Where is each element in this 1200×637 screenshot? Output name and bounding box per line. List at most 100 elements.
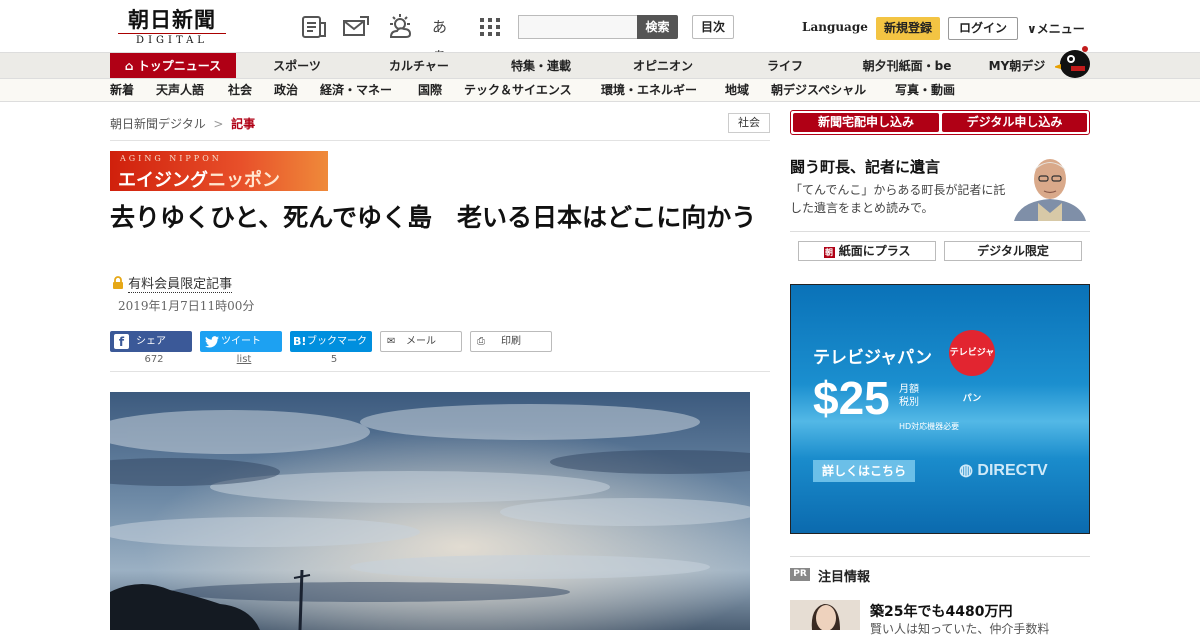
nav-sports[interactable]: スポーツ bbox=[252, 53, 342, 79]
nav-economy[interactable]: 経済・マネー bbox=[320, 79, 392, 102]
nav-culture[interactable]: カルチャー bbox=[374, 53, 464, 79]
mascot-icon[interactable] bbox=[1055, 44, 1093, 79]
pr-subtext[interactable]: 賢い人は知っていた、仲介手数料 bbox=[870, 620, 1049, 637]
nav-environment[interactable]: 環境・エネルギー bbox=[601, 79, 697, 102]
ad-partner-logo: ◍ DIRECTV bbox=[959, 460, 1048, 480]
ad-partner: DIRECTV bbox=[977, 462, 1048, 479]
breadcrumb-home[interactable]: 朝日新聞デジタル bbox=[110, 117, 206, 131]
mail-share-button[interactable]: ✉ メール bbox=[380, 331, 462, 352]
breadcrumb: 朝日新聞デジタル > 記事 bbox=[110, 115, 255, 132]
promo-title[interactable]: 闘う町長、記者に遺言 bbox=[790, 156, 940, 177]
print-icon: ⎙ bbox=[477, 336, 485, 347]
search-input[interactable] bbox=[518, 15, 638, 39]
search-button[interactable]: 検索 bbox=[637, 15, 678, 39]
subscribe-digital-button[interactable]: デジタル申し込み bbox=[942, 113, 1087, 132]
nav-my-asahi[interactable]: MY朝デジ bbox=[982, 53, 1052, 79]
nav-life[interactable]: ライフ bbox=[740, 53, 830, 79]
logo-title: 朝日新聞 bbox=[128, 7, 216, 32]
language-link[interactable]: Language bbox=[802, 20, 868, 34]
nav-politics[interactable]: 政治 bbox=[274, 79, 298, 102]
breadcrumb-current: 記事 bbox=[231, 117, 256, 131]
register-button[interactable]: 新規登録 bbox=[876, 17, 940, 40]
menu-label: メニュー bbox=[1036, 22, 1085, 36]
publish-date: 2019年1月7日11時00分 bbox=[118, 299, 255, 313]
print-button[interactable]: ⎙ 印刷 bbox=[470, 331, 552, 352]
pr-section-title: 注目情報 bbox=[818, 570, 871, 585]
asahi-icon: 朝 bbox=[823, 247, 835, 258]
secondary-nav: 新着 天声人語 社会 政治 経済・マネー 国際 テック＆サイエンス 環境・エネル… bbox=[0, 78, 1200, 102]
series-subtitle: AGING NIPPON bbox=[120, 154, 222, 163]
pr-thumbnail[interactable] bbox=[790, 600, 860, 630]
divider bbox=[790, 556, 1090, 557]
divider bbox=[110, 140, 770, 141]
ad-brand: テレビジャパン bbox=[813, 348, 932, 368]
mail-icon[interactable] bbox=[342, 13, 370, 41]
text-size-icon[interactable]: あぁ bbox=[432, 13, 460, 64]
nav-opinion[interactable]: オピニオン bbox=[618, 53, 708, 79]
nav-features[interactable]: 特集・連載 bbox=[496, 53, 586, 79]
article-photo[interactable] bbox=[110, 392, 750, 630]
site-logo[interactable]: 朝日新聞 DIGITAL bbox=[112, 8, 232, 48]
nav-papers[interactable]: 朝夕刊紙面・be bbox=[852, 53, 962, 79]
subscribe-paper-button[interactable]: 新聞宅配申し込み bbox=[793, 113, 939, 132]
promo-portrait[interactable] bbox=[1010, 151, 1090, 221]
hatena-bookmark-button[interactable]: B! ブックマーク bbox=[290, 331, 372, 352]
divider bbox=[110, 371, 770, 372]
article-title: 去りゆくひと、死んでゆく島 老いる日本はどこに向かう bbox=[110, 203, 757, 232]
advertisement-banner[interactable]: テレビジャパン テレビジャパン $25 月額 税別 HD対応機器必要 詳しくはこ… bbox=[790, 284, 1090, 534]
pr-headline[interactable]: 築25年でも4480万円 bbox=[870, 601, 1012, 621]
ad-hd-note: HD対応機器必要 bbox=[899, 422, 960, 431]
facebook-share-button[interactable]: f シェア bbox=[110, 331, 192, 352]
series-title-b: ニッポン bbox=[208, 170, 280, 191]
digital-only-button[interactable]: デジタル限定 bbox=[944, 241, 1082, 261]
hatena-bookmark-count: 5 bbox=[330, 354, 338, 365]
toc-button[interactable]: 目次 bbox=[692, 15, 734, 39]
nav-special[interactable]: 朝デジスペシャル bbox=[771, 79, 866, 102]
category-tag[interactable]: 社会 bbox=[728, 113, 770, 133]
nav-photo-video[interactable]: 写真・動画 bbox=[895, 79, 955, 102]
facebook-share-count: 672 bbox=[144, 354, 164, 365]
subscribe-buttons: 新聞宅配申し込み デジタル申し込み bbox=[790, 110, 1090, 135]
nav-top-news[interactable]: ⌂ トップニュース bbox=[110, 53, 236, 79]
facebook-share-label: シェア bbox=[136, 336, 166, 347]
site-header: 朝日新聞 DIGITAL あぁ 検索 目次 Language 新規登録 ログイン… bbox=[0, 0, 1200, 64]
home-icon: ⌂ bbox=[124, 59, 134, 73]
series-title: エイジングニッポン bbox=[118, 166, 280, 192]
menu-button[interactable]: ∨メニュー bbox=[1027, 20, 1085, 37]
logo-subtitle: DIGITAL bbox=[118, 33, 226, 47]
ad-tax: 税別 bbox=[899, 397, 919, 408]
members-only-label[interactable]: 有料会員限定記事 bbox=[112, 273, 233, 293]
print-label: 印刷 bbox=[501, 336, 521, 347]
facebook-icon: f bbox=[114, 334, 129, 349]
nav-society[interactable]: 社会 bbox=[228, 79, 252, 102]
twitter-share-count[interactable]: list bbox=[203, 354, 285, 365]
nav-latest[interactable]: 新着 bbox=[110, 79, 134, 102]
grid-menu-icon[interactable] bbox=[476, 13, 504, 41]
login-button[interactable]: ログイン bbox=[948, 17, 1018, 40]
ad-cta-button[interactable]: 詳しくはこちら bbox=[813, 460, 915, 482]
nav-tenseijingo[interactable]: 天声人語 bbox=[156, 79, 204, 102]
nav-tech-science[interactable]: テック＆サイエンス bbox=[464, 79, 572, 102]
divider bbox=[790, 231, 1090, 232]
breadcrumb-separator: > bbox=[213, 117, 224, 131]
newspaper-icon[interactable] bbox=[300, 13, 328, 41]
paper-plus-label: 紙面にプラス bbox=[838, 244, 911, 258]
ad-monthly: 月額 bbox=[899, 384, 919, 395]
ad-price: $25 bbox=[813, 372, 890, 424]
hatena-icon: B! bbox=[293, 335, 307, 348]
promo-text[interactable]: 「てんでんこ」からある町長が記者に託した遺言をまとめ読みで。 bbox=[790, 181, 1015, 217]
paper-plus-button[interactable]: 朝 紙面にプラス bbox=[798, 241, 936, 261]
nav-label: トップニュース bbox=[137, 59, 222, 73]
twitter-icon bbox=[205, 336, 219, 348]
members-only-text: 有料会員限定記事 bbox=[128, 277, 233, 293]
ad-brand-badge: テレビジャパン bbox=[949, 330, 995, 404]
primary-nav: ⌂ トップニュース スポーツ カルチャー 特集・連載 オピニオン ライフ 朝夕刊… bbox=[0, 46, 1200, 79]
mail-share-label: メール bbox=[406, 336, 436, 347]
nav-region[interactable]: 地域 bbox=[725, 79, 749, 102]
lock-icon bbox=[113, 276, 123, 289]
weather-icon[interactable] bbox=[386, 13, 414, 41]
nav-international[interactable]: 国際 bbox=[418, 79, 442, 102]
series-banner[interactable]: AGING NIPPON エイジングニッポン bbox=[110, 151, 328, 191]
twitter-share-button[interactable]: ツイート bbox=[200, 331, 282, 352]
pr-badge: PR bbox=[790, 568, 810, 581]
